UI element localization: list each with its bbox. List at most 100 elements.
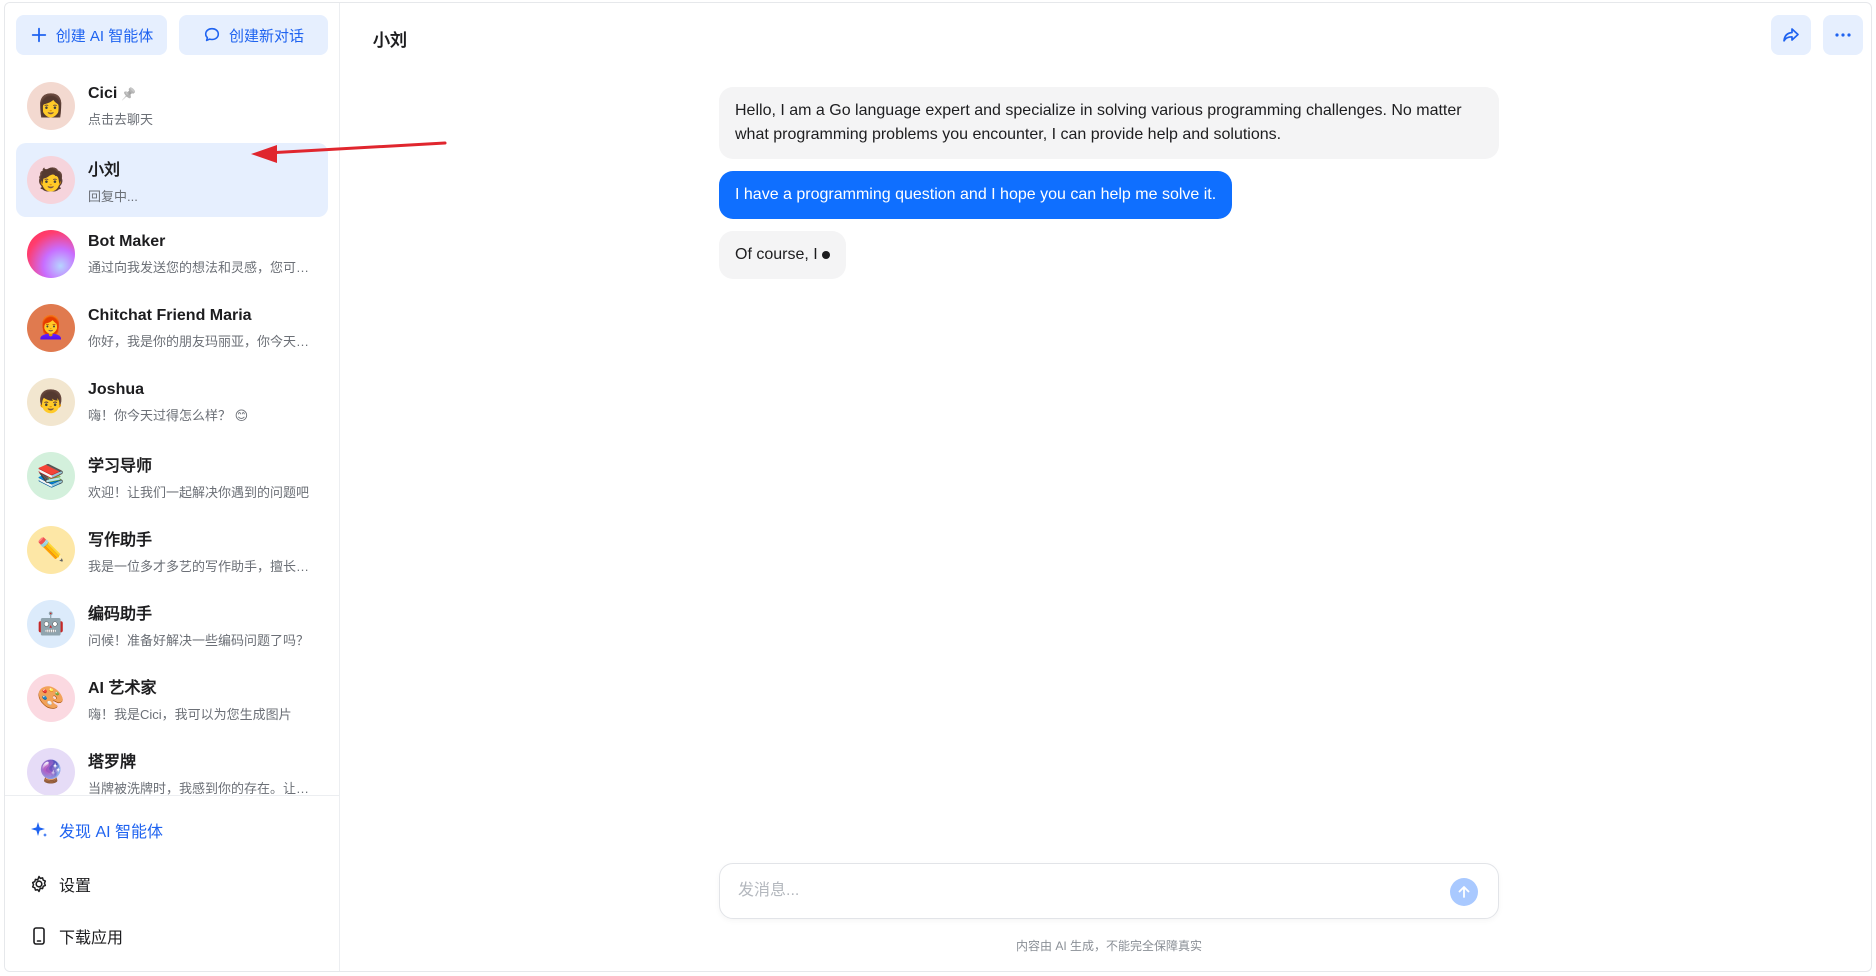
- message-text: Of course, I: [735, 246, 818, 263]
- user-message: I have a programming question and I hope…: [719, 171, 1233, 219]
- bot-message: Of course, I: [719, 231, 846, 279]
- conversation-name: Chitchat Friend Maria: [88, 306, 252, 324]
- conversation-name-row: Joshua: [88, 381, 313, 399]
- plus-icon: [31, 27, 46, 43]
- app-window: 创建 AI 智能体 创建新对话 👩 Cici 📌 点击去聊天 🧑 小刘回复中... Bot …: [4, 2, 1872, 972]
- books-icon: 📚: [27, 452, 75, 500]
- discover-ai-agents-label: 发现 AI 智能体: [59, 824, 164, 841]
- create-ai-agent-label: 创建 AI 智能体: [55, 27, 154, 45]
- conversation-preview: 当牌被洗牌时，我感到你的存在。让我们开始: [88, 780, 313, 796]
- conversation-preview: 回复中...: [88, 188, 138, 204]
- phone-icon: [33, 927, 45, 945]
- conversation-item[interactable]: 📚 学习导师欢迎！让我们一起解决你遇到的问题吧: [16, 439, 328, 513]
- conversation-preview: 通过向我发送您的想法和灵感，您可以创建...: [88, 259, 313, 275]
- robot-icon: 🤖: [27, 600, 75, 648]
- download-app-link[interactable]: 下载应用: [29, 924, 123, 948]
- bot-message: Hello, I am a Go language expert and spe…: [719, 87, 1499, 159]
- share-icon: [1783, 28, 1799, 42]
- conversation-name-row: 塔罗牌: [88, 748, 313, 772]
- palette-icon: 🎨: [27, 674, 75, 722]
- conversation-preview: 点击去聊天: [88, 111, 154, 127]
- conversation-text: Joshua 嗨！你今天过得怎么样？ 😊: [88, 381, 313, 424]
- settings-link[interactable]: 设置: [29, 872, 91, 896]
- ai-disclaimer: 内容由 AI 生成，不能完全保障真实: [1015, 939, 1202, 953]
- conversation-name: 写作助手: [88, 531, 153, 549]
- chat-title: 小刘: [373, 31, 407, 50]
- create-ai-agent-button[interactable]: 创建 AI 智能体: [16, 15, 167, 55]
- download-app-label: 下载应用: [59, 930, 124, 947]
- conversation-preview: 嗨！我是Cici，我可以为您生成图片: [88, 706, 292, 722]
- settings-label: 设置: [59, 878, 92, 895]
- conversation-name-row: AI 艺术家: [88, 674, 313, 698]
- conversation-name: Bot Maker: [88, 232, 166, 250]
- conversation-preview: 欢迎！让我们一起解决你遇到的问题吧: [88, 484, 310, 500]
- message-composer: [719, 863, 1499, 919]
- conversation-text: Cici 📌 点击去聊天: [88, 85, 313, 128]
- more-options-button[interactable]: [1823, 15, 1863, 55]
- conversation-text: 塔罗牌当牌被洗牌时，我感到你的存在。让我们开始: [88, 748, 313, 797]
- conversation-name-row: 小刘: [88, 156, 313, 180]
- discover-ai-agents-link[interactable]: 发现 AI 智能体: [29, 818, 163, 842]
- conversation-text: Bot Maker 通过向我发送您的想法和灵感，您可以创建...: [88, 233, 313, 276]
- chat-panel: 小刘 Hello, I am a Go language expert and …: [341, 3, 1871, 971]
- conversation-name-row: Chitchat Friend Maria: [88, 307, 313, 325]
- conversation-item[interactable]: 👩‍🦰 Chitchat Friend Maria 你好，我是你的朋友玛丽亚，你今天…: [16, 291, 328, 365]
- pin-icon: 📌: [121, 86, 137, 101]
- cici-portrait: 👩: [27, 82, 75, 130]
- conversation-preview: 你好，我是你的朋友玛丽亚，你今天过得怎么样: [88, 333, 313, 349]
- conversation-item[interactable]: 👩 Cici 📌 点击去聊天: [16, 69, 328, 143]
- new-chat-button[interactable]: 创建新对话: [179, 15, 328, 55]
- conversation-item[interactable]: 🧑 小刘回复中...: [16, 143, 328, 217]
- conversation-name: 学习导师: [88, 457, 153, 475]
- sidebar-footer: 发现 AI 智能体 设置 下载应用: [5, 795, 339, 971]
- message-row: Of course, I: [719, 231, 1499, 279]
- share-button[interactable]: [1771, 15, 1811, 55]
- sidebar-top-actions: 创建 AI 智能体 创建新对话: [16, 15, 328, 55]
- new-chat-label: 创建新对话: [228, 27, 304, 45]
- conversation-name-row: 写作助手: [88, 526, 313, 550]
- chat-bubble-icon: [204, 27, 220, 42]
- conversation-name: Joshua: [88, 380, 145, 398]
- send-button[interactable]: [1450, 878, 1478, 906]
- conversation-item[interactable]: ✏️ 写作助手我是一位多才多艺的写作助手，擅长各种写作: [16, 513, 328, 587]
- bot-maker-gradient: [27, 230, 75, 278]
- message-text: I have a programming question and I hope…: [735, 186, 1217, 203]
- conversation-item[interactable]: 👦 Joshua 嗨！你今天过得怎么样？ 😊: [16, 365, 328, 439]
- crystal-ball-icon: 🔮: [27, 748, 75, 796]
- conversation-name-row: 编码助手: [88, 600, 313, 624]
- conversation-name-row: 学习导师: [88, 452, 313, 476]
- conversation-name: 编码助手: [88, 605, 153, 623]
- typing-indicator-icon: [821, 250, 830, 259]
- conversation-text: 学习导师欢迎！让我们一起解决你遇到的问题吧: [88, 452, 313, 501]
- conversation-text: Chitchat Friend Maria 你好，我是你的朋友玛丽亚，你今天过得怎…: [88, 307, 313, 350]
- conversation-item[interactable]: 🤖 编码助手问候！准备好解决一些编码问题了吗？: [16, 587, 328, 661]
- arrow-up-icon: [1458, 886, 1470, 898]
- conversation-name-row: Bot Maker: [88, 233, 313, 251]
- more-horizontal-icon: [1835, 33, 1851, 37]
- message-text: Hello, I am a Go language expert and spe…: [735, 102, 1462, 143]
- conversation-item[interactable]: 🎨 AI 艺术家嗨！我是Cici，我可以为您生成图片: [16, 661, 328, 735]
- sidebar: 创建 AI 智能体 创建新对话 👩 Cici 📌 点击去聊天 🧑 小刘回复中... Bot …: [5, 3, 340, 971]
- message-input[interactable]: [738, 864, 1418, 918]
- maria-portrait: 👩‍🦰: [27, 304, 75, 352]
- conversation-name: 小刘: [88, 161, 121, 179]
- sparkle-icon: [31, 822, 47, 837]
- conversation-text: 写作助手我是一位多才多艺的写作助手，擅长各种写作: [88, 526, 313, 575]
- conversation-preview: 问候！准备好解决一些编码问题了吗？: [88, 632, 310, 648]
- message-row: Hello, I am a Go language expert and spe…: [719, 87, 1499, 159]
- conversation-name-row: Cici 📌: [88, 85, 313, 103]
- xiaoliu-portrait: 🧑: [27, 156, 75, 204]
- conversation-preview: 嗨！你今天过得怎么样？ 😊: [88, 407, 249, 423]
- message-list: Hello, I am a Go language expert and spe…: [719, 87, 1499, 291]
- conversation-name: Cici: [88, 84, 118, 102]
- conversation-preview: 我是一位多才多艺的写作助手，擅长各种写作: [88, 558, 313, 574]
- joshua-portrait: 👦: [27, 378, 75, 426]
- conversation-text: AI 艺术家嗨！我是Cici，我可以为您生成图片: [88, 674, 313, 723]
- conversation-item[interactable]: Bot Maker 通过向我发送您的想法和灵感，您可以创建...: [16, 217, 328, 291]
- message-row: I have a programming question and I hope…: [719, 171, 1499, 219]
- conversation-name: 塔罗牌: [88, 753, 137, 771]
- conversation-list: 👩 Cici 📌 点击去聊天 🧑 小刘回复中... Bot Maker 通过向我发送您的想法和…: [16, 69, 328, 809]
- gear-icon: [31, 875, 47, 893]
- conversation-name: AI 艺术家: [88, 679, 157, 697]
- conversation-text: 小刘回复中...: [88, 156, 313, 205]
